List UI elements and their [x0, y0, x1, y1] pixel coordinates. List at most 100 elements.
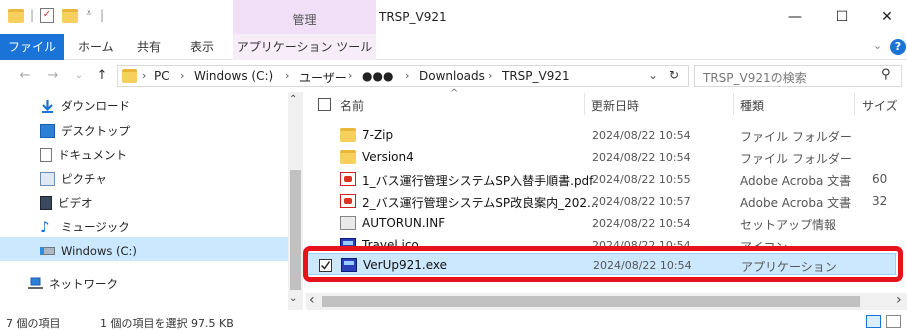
file-row[interactable]: 7-Zip 2024/08/22 10:54 ファイル フォルダー — [306, 124, 896, 146]
tab-file[interactable]: ファイル — [0, 34, 64, 60]
pdf-icon — [340, 194, 356, 208]
tab-application-tools[interactable]: アプリケーション ツール — [233, 34, 376, 60]
tab-view[interactable]: 表示 — [190, 34, 214, 60]
folder-icon — [122, 69, 137, 83]
nav-item-windows-c[interactable]: Windows (C:) — [40, 239, 137, 263]
file-type: Adobe Acroba 文書 — [740, 174, 852, 188]
crumb-separator: › — [405, 69, 410, 82]
breadcrumb-user[interactable]: ●●● — [362, 69, 393, 83]
nav-item-label: ドキュメント — [58, 148, 127, 162]
breadcrumb-current[interactable]: TRSP_V921 — [502, 69, 570, 83]
column-type[interactable]: 種類 — [740, 97, 764, 114]
new-folder-icon[interactable] — [62, 9, 78, 23]
context-tab-label: 管理 — [292, 13, 317, 27]
file-type: Adobe Acroba 文書 — [740, 196, 852, 210]
column-divider[interactable] — [584, 93, 585, 115]
file-row[interactable]: 1_バス運行管理システムSP入替手順書.pdf 2024/08/22 10:55… — [306, 168, 896, 190]
scroll-left-icon[interactable]: ‹ — [309, 292, 315, 308]
nav-item-desktop[interactable]: デスクトップ — [40, 119, 130, 143]
drive-icon — [40, 247, 55, 255]
file-name: Version4 — [362, 150, 414, 164]
nav-item-network[interactable]: ネットワーク — [28, 272, 118, 296]
nav-item-label: ミュージック — [61, 220, 130, 234]
crumb-separator: › — [348, 69, 353, 82]
setup-info-icon — [340, 216, 356, 230]
document-icon — [40, 148, 52, 162]
music-icon: ♪ — [40, 218, 50, 236]
sort-ascending-icon: ^ — [450, 88, 459, 99]
picture-icon — [40, 172, 55, 186]
file-row[interactable]: AUTORUN.INF 2024/08/22 10:54 セットアップ情報 — [306, 212, 896, 234]
file-row[interactable]: Version4 2024/08/22 10:54 ファイル フォルダー — [306, 146, 896, 168]
details-view-icon[interactable] — [866, 315, 881, 328]
scroll-right-icon[interactable]: › — [896, 292, 902, 308]
nav-item-pictures[interactable]: ピクチャ — [40, 167, 107, 191]
file-name: AUTORUN.INF — [362, 216, 446, 230]
qa-customize-icon[interactable]: ⩡ — [86, 8, 92, 19]
nav-item-label: ピクチャ — [61, 172, 107, 186]
large-icons-view-icon[interactable] — [886, 315, 901, 328]
forward-button[interactable]: → — [44, 67, 62, 85]
search-input[interactable]: TRSP_V921の検索 ⚲ — [694, 65, 902, 87]
help-icon[interactable]: ? — [890, 39, 906, 55]
window-title: TRSP_V921 — [379, 10, 447, 24]
desktop-icon — [40, 124, 55, 138]
close-button[interactable]: ✕ — [867, 6, 907, 28]
breadcrumb-downloads[interactable]: Downloads — [419, 69, 485, 83]
nav-scroll-up-icon[interactable]: ⌃ — [289, 94, 297, 105]
properties-icon[interactable]: ✓ — [40, 8, 54, 23]
nav-item-music[interactable]: ♪ ミュージック — [40, 215, 130, 239]
file-type: セットアップ情報 — [740, 218, 837, 232]
column-size[interactable]: サイズ — [862, 97, 898, 114]
breadcrumb-users[interactable]: ユーザー — [299, 69, 347, 86]
tab-home[interactable]: ホーム — [78, 34, 114, 60]
back-button[interactable]: ← — [16, 67, 34, 85]
recent-locations-icon[interactable]: ⌄ — [70, 67, 88, 85]
search-icon[interactable]: ⚲ — [881, 67, 891, 82]
file-name: 7-Zip — [362, 128, 394, 142]
file-date: 2024/08/22 10:54 — [592, 151, 691, 164]
nav-scroll-down-icon[interactable]: ⌄ — [289, 293, 297, 304]
folder-icon — [340, 128, 356, 142]
address-bar[interactable]: › PC › Windows (C:) › ユーザー › ●●● › Downl… — [117, 65, 689, 87]
crumb-separator: › — [488, 69, 493, 82]
nav-item-label: Windows (C:) — [61, 244, 137, 258]
context-tab-manage[interactable]: 管理 — [233, 0, 376, 34]
crumb-separator: › — [285, 69, 290, 82]
file-date: 2024/08/22 10:55 — [592, 173, 691, 186]
pdf-icon — [340, 172, 356, 186]
maximize-button[interactable]: ☐ — [822, 6, 862, 28]
select-all-checkbox[interactable] — [318, 98, 331, 111]
nav-item-videos[interactable]: ビデオ — [40, 191, 93, 215]
breadcrumb-pc[interactable]: PC — [154, 69, 170, 83]
qa-divider-2: | — [100, 8, 105, 22]
nav-item-label: ダウンロード — [61, 99, 130, 113]
tab-share[interactable]: 共有 — [137, 34, 161, 60]
breadcrumb-drive[interactable]: Windows (C:) — [194, 69, 273, 83]
address-history-icon[interactable]: ⌄ — [648, 68, 658, 82]
item-count: 7 個の項目 — [6, 317, 61, 330]
ribbon-expand-icon[interactable]: ⌄ — [873, 39, 882, 52]
minimize-button[interactable]: — — [775, 6, 815, 28]
file-date: 2024/08/22 10:54 — [592, 217, 691, 230]
column-divider[interactable] — [733, 93, 734, 115]
column-name[interactable]: 名前 — [340, 97, 364, 114]
column-date[interactable]: 更新日時 — [591, 97, 639, 114]
file-date: 2024/08/22 10:54 — [592, 129, 691, 142]
file-name: 2_バス運行管理システムSP改良案内_202... — [362, 196, 599, 210]
highlight-annotation — [303, 246, 903, 282]
file-row[interactable]: 2_バス運行管理システムSP改良案内_202... 2024/08/22 10:… — [306, 190, 896, 212]
folder-icon — [8, 9, 24, 23]
nav-scroll-thumb[interactable] — [290, 170, 301, 290]
nav-item-label: デスクトップ — [61, 124, 130, 138]
nav-item-downloads[interactable]: ダウンロード — [40, 94, 130, 118]
up-button[interactable]: ↑ — [93, 67, 111, 85]
network-icon — [28, 277, 43, 291]
crumb-separator: › — [142, 69, 147, 82]
column-divider[interactable] — [854, 93, 855, 115]
nav-item-documents[interactable]: ドキュメント — [40, 143, 127, 167]
search-placeholder: TRSP_V921の検索 — [703, 71, 807, 85]
refresh-icon[interactable]: ↻ — [669, 68, 679, 82]
file-date: 2024/08/22 10:57 — [592, 195, 691, 208]
horizontal-scroll-thumb[interactable] — [322, 296, 860, 307]
